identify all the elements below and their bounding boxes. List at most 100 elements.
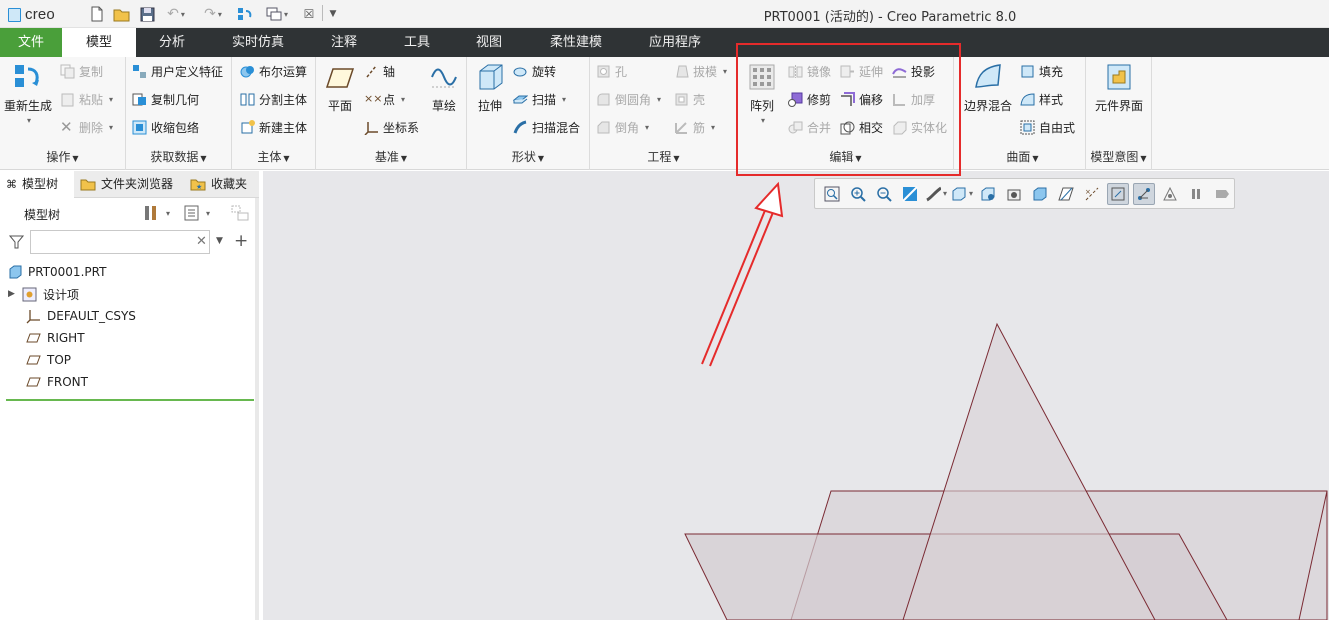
tab-live-simulation[interactable]: 实时仿真	[218, 28, 298, 57]
copy-button[interactable]: 复制	[60, 63, 103, 80]
annotation-arrow	[701, 181, 784, 367]
revolve-button[interactable]: 旋转	[513, 63, 556, 80]
tab-applications[interactable]: 应用程序	[635, 28, 715, 57]
paste-button[interactable]: 粘贴 ▾	[60, 91, 113, 108]
insert-here-indicator[interactable]	[6, 399, 254, 401]
tree-columns-icon[interactable]	[230, 204, 250, 222]
body-group-label[interactable]: 主体 ▼	[232, 148, 315, 165]
tree-item-design-items[interactable]: ▶ 设计项	[8, 284, 79, 304]
regenerate-icon[interactable]	[235, 5, 255, 23]
refit-icon[interactable]	[821, 183, 843, 205]
plane-label: 平面	[327, 99, 352, 113]
shapes-group-label[interactable]: 形状 ▼	[467, 148, 589, 165]
csys-button[interactable]: 坐标系	[364, 119, 419, 136]
group-operations: 重新生成 ▾ 复制 粘贴 ▾ ✕ 删除 ▾ 操作 ▼	[0, 57, 126, 170]
undo-icon[interactable]: ↶ ▾	[161, 5, 191, 23]
sweep-button[interactable]: 扫描 ▾	[513, 91, 566, 108]
customize-icon[interactable]: ▼	[327, 5, 339, 23]
tab-view[interactable]: 视图	[457, 28, 521, 57]
revolve-label: 旋转	[532, 65, 557, 79]
close-window-icon[interactable]: ☒	[300, 5, 318, 23]
point-display-icon[interactable]	[1107, 182, 1129, 205]
filter-dropdown-icon[interactable]: ▼	[216, 236, 223, 246]
axis-button[interactable]: 轴	[364, 63, 395, 80]
hole-button[interactable]: 孔	[596, 63, 627, 80]
tree-item-default-csys[interactable]: DEFAULT_CSYS	[26, 306, 136, 326]
tree-item-part[interactable]: PRT0001.PRT	[8, 262, 106, 282]
component-interface-button[interactable]: 元件界面	[1088, 61, 1150, 114]
csys-display-icon[interactable]	[1133, 182, 1155, 205]
plane-display-icon[interactable]	[1055, 183, 1077, 205]
clear-filter-icon[interactable]: ✕	[196, 234, 207, 249]
shrinkwrap-button[interactable]: 收缩包络	[132, 119, 199, 136]
perspective-icon[interactable]	[1003, 183, 1025, 205]
tab-model[interactable]: 模型	[62, 28, 136, 57]
extrude-button[interactable]: 拉伸	[471, 61, 509, 114]
shell-button[interactable]: 壳	[674, 91, 705, 108]
new-body-button[interactable]: 新建主体	[240, 119, 307, 136]
tree-item-front[interactable]: FRONT	[26, 372, 88, 392]
boolean-button[interactable]: 布尔运算	[240, 63, 307, 80]
tab-flexible-modeling[interactable]: 柔性建模	[536, 28, 616, 57]
section-icon[interactable]	[1029, 183, 1051, 205]
open-icon[interactable]	[112, 5, 132, 23]
model-intent-group-label[interactable]: 模型意图 ▼	[1086, 148, 1151, 165]
datum-plane-right[interactable]	[902, 322, 1156, 620]
repaint-icon[interactable]	[899, 183, 921, 205]
tab-analysis[interactable]: 分析	[140, 28, 204, 57]
component-interface-icon	[1103, 61, 1135, 93]
spin-center-icon[interactable]	[1159, 183, 1181, 205]
save-icon[interactable]	[138, 5, 156, 23]
tree-item-top[interactable]: TOP	[26, 350, 71, 370]
tree-item-right[interactable]: RIGHT	[26, 328, 85, 348]
display-style-icon[interactable]: ▾	[925, 183, 947, 205]
point-button[interactable]: ×× 点 ▾	[364, 91, 405, 108]
udf-button[interactable]: 用户定义特征	[132, 63, 223, 80]
graphics-window[interactable]	[263, 171, 1329, 620]
tab-favorites[interactable]: ★ 收藏夹	[190, 171, 258, 198]
engineering-group-label[interactable]: 工程 ▼	[590, 148, 737, 165]
next-icon[interactable]	[1211, 183, 1233, 205]
freestyle-button[interactable]: 自由式	[1020, 119, 1075, 136]
tree-settings-button[interactable]: ▾	[142, 204, 170, 222]
swept-blend-button[interactable]: 扫描混合	[513, 119, 580, 136]
add-filter-icon[interactable]: +	[234, 231, 248, 251]
regenerate-button[interactable]: 重新生成 ▾	[2, 61, 54, 125]
plane-button[interactable]: 平面	[322, 61, 358, 114]
sketch-button[interactable]: 草绘	[426, 61, 462, 114]
tab-tools[interactable]: 工具	[385, 28, 449, 57]
surfaces-group-label[interactable]: 曲面 ▼	[960, 148, 1085, 165]
expand-icon[interactable]: ▶	[8, 289, 16, 299]
tab-folder-browser[interactable]: 文件夹浏览器	[80, 171, 184, 198]
tab-annotate[interactable]: 注释	[312, 28, 376, 57]
delete-button[interactable]: ✕ 删除 ▾	[60, 119, 113, 136]
windows-icon[interactable]: ▾	[260, 5, 294, 23]
redo-icon[interactable]: ↷ ▾	[198, 5, 228, 23]
tab-file[interactable]: 文件	[0, 28, 62, 57]
chamfer-icon	[596, 120, 611, 135]
split-body-button[interactable]: 分割主体	[240, 91, 307, 108]
tree-filter-input[interactable]	[30, 230, 210, 254]
chamfer-button[interactable]: 倒角 ▾	[596, 119, 649, 136]
operations-group-label[interactable]: 操作 ▼	[0, 148, 125, 165]
tab-model-tree[interactable]: ⌘ 模型树	[0, 171, 74, 198]
show-menu-button[interactable]: ▾	[184, 204, 210, 222]
get-data-group-label[interactable]: 获取数据 ▼	[126, 148, 231, 165]
zoom-out-icon[interactable]	[873, 183, 895, 205]
new-icon[interactable]	[88, 5, 106, 23]
saved-orientations-icon[interactable]: ▾	[951, 183, 973, 205]
regenerate-dropdown-icon[interactable]: ▾	[4, 116, 54, 125]
style-button[interactable]: 样式	[1020, 91, 1063, 108]
axis-display-icon[interactable]: ×	[1081, 183, 1103, 205]
boundary-blend-button[interactable]: 边界混合	[960, 61, 1016, 114]
title-bar: creo ↶ ▾ ↷ ▾ ▾ ☒ ▼ PRT0001 (活动的) - Creo Pa…	[0, 0, 1329, 28]
pause-icon[interactable]	[1185, 183, 1207, 205]
view-manager-icon[interactable]	[977, 183, 999, 205]
zoom-in-icon[interactable]	[847, 183, 869, 205]
draft-button[interactable]: 拔模 ▾	[674, 63, 727, 80]
fill-button[interactable]: 填充	[1020, 63, 1063, 80]
round-button[interactable]: 倒圆角 ▾	[596, 91, 661, 108]
copy-geometry-button[interactable]: 复制几何	[132, 91, 199, 108]
rib-button[interactable]: 筋 ▾	[674, 119, 715, 136]
datum-group-label[interactable]: 基准 ▼	[316, 148, 466, 165]
